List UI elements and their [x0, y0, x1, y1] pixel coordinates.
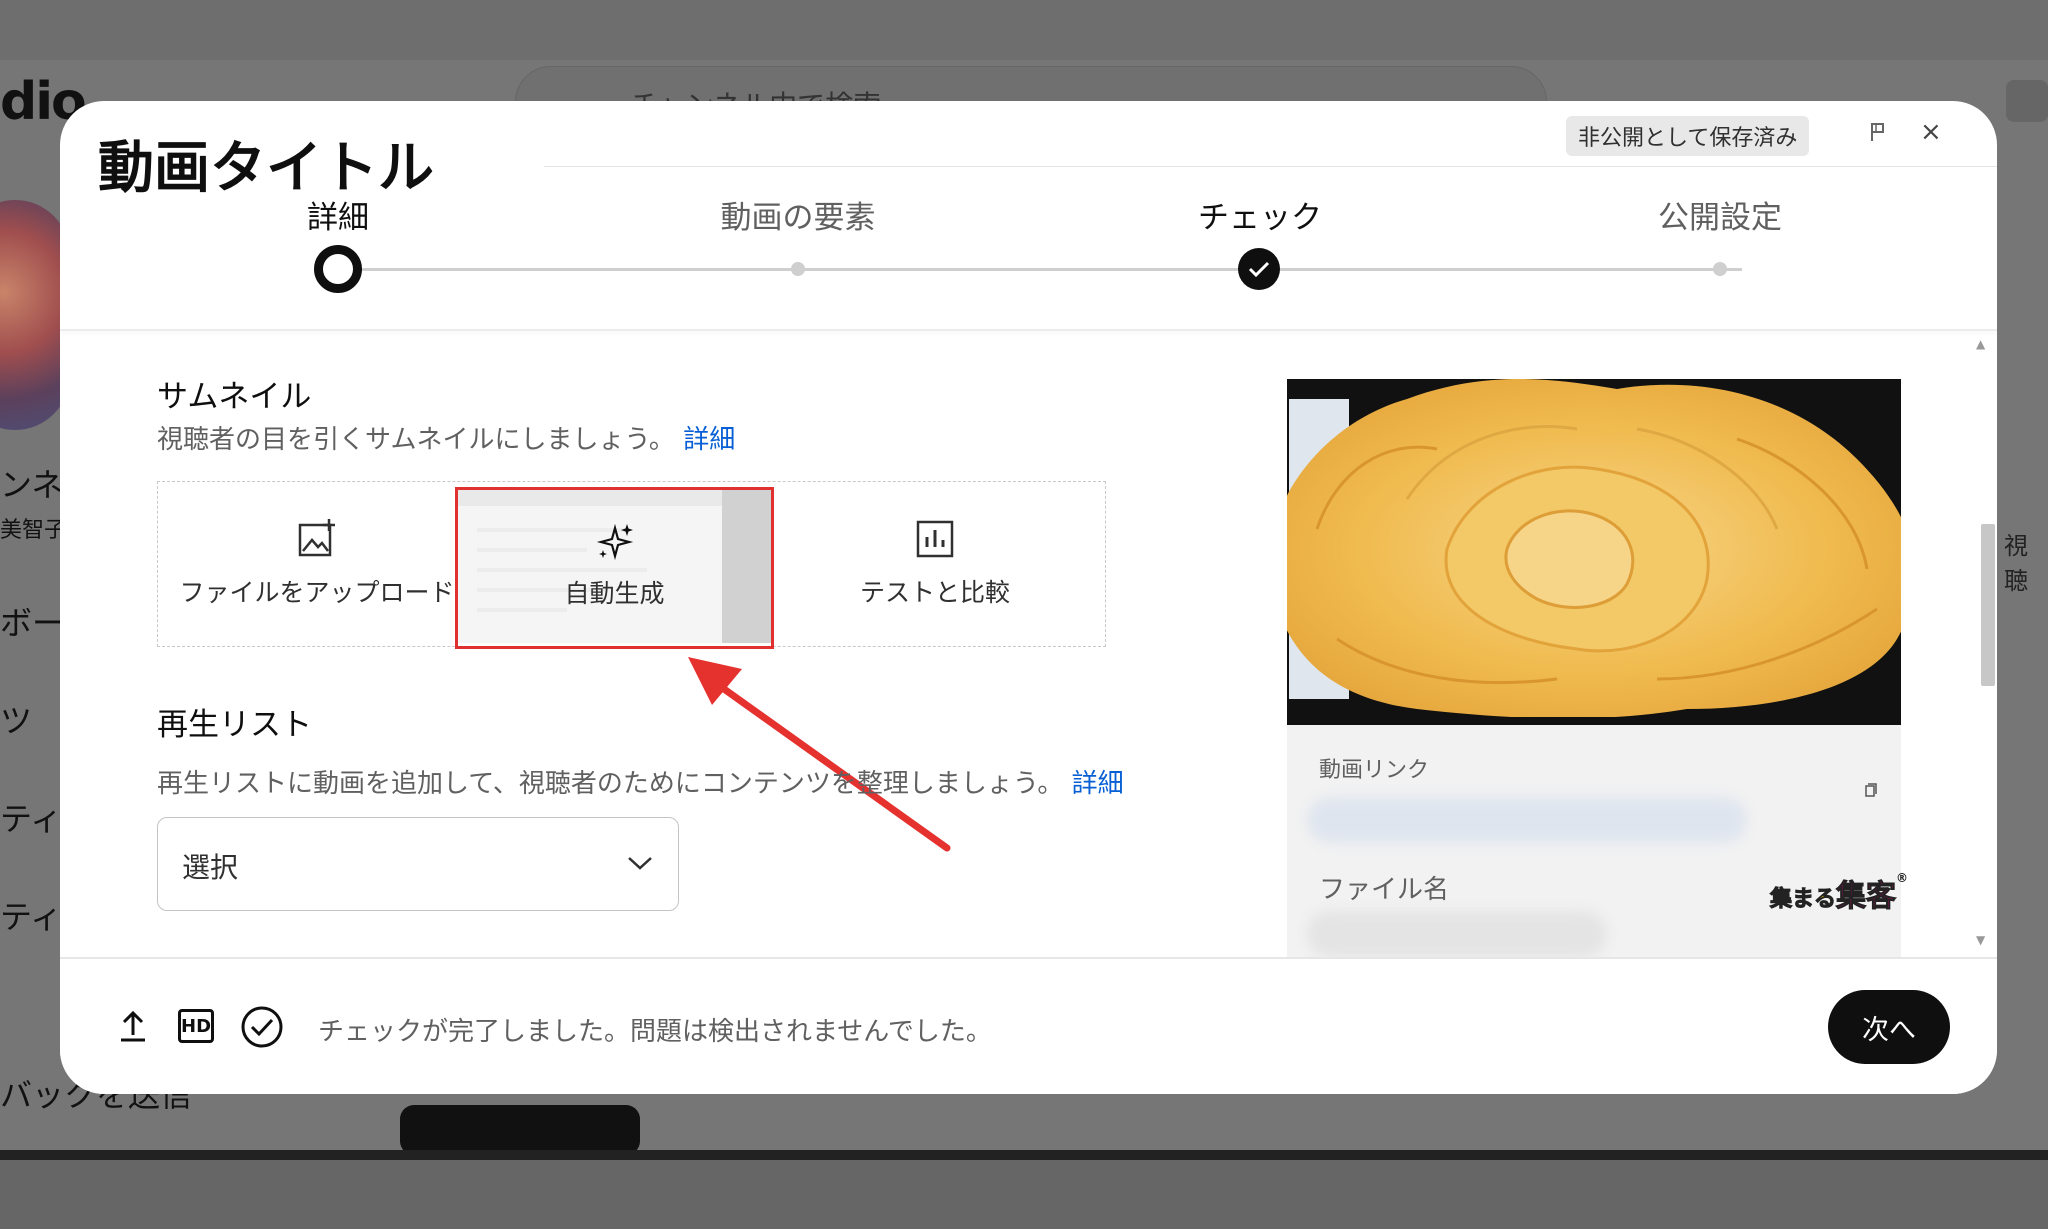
scroll-down-arrow-icon[interactable]: ▼ [1976, 933, 1985, 947]
video-link-label: 動画リンク [1319, 758, 1430, 783]
checks-status-text: チェックが完了しました。問題は検出されませんでした。 [318, 1017, 992, 1047]
upload-thumbnail-label: ファイルをアップロード [179, 578, 455, 607]
bar-chart-icon [916, 520, 954, 558]
playlist-description-text: 再生リストに動画を追加して、視聴者のためにコンテンツを整理しましょう。 [157, 769, 1064, 799]
brand-registered-mark: ® [1896, 871, 1909, 885]
saved-status-badge: 非公開として保存済み [1566, 116, 1810, 156]
brand-text-small: 集まる [1769, 887, 1837, 913]
header-divider [544, 166, 1997, 167]
file-name-label: ファイル名 [1319, 875, 1450, 905]
thumbnail-heading: サムネイル [157, 379, 312, 415]
test-and-compare-button[interactable]: テストと比較 [780, 481, 1090, 645]
sidebar-fragment: ティ [0, 898, 63, 936]
sidebar-fragment: ツ [0, 702, 33, 740]
thumbnail-learn-more-link[interactable]: 詳細 [683, 425, 735, 455]
background-column-fragment: 視聴 [2004, 532, 2028, 595]
feedback-flag-icon[interactable] [1870, 121, 1886, 143]
test-and-compare-label: テストと比較 [859, 578, 1010, 607]
rose-illustration [1287, 379, 1901, 725]
background-video-thumb [400, 1105, 640, 1155]
copy-icon[interactable] [1865, 783, 1877, 797]
upload-dialog: 動画タイトル 非公開として保存済み × 詳細 動画の要素 チェック 公開設定 サ… [60, 101, 1997, 1094]
playlist-heading: 再生リスト [157, 707, 312, 743]
upload-thumbnail-button[interactable]: ファイルをアップロード [172, 481, 462, 645]
video-preview-player[interactable] [1287, 379, 1901, 725]
chevron-down-icon [628, 857, 652, 870]
hd-icon: HD [178, 1009, 214, 1043]
step-checks[interactable]: チェック [1198, 192, 1322, 237]
background-topbar [0, 0, 2048, 60]
video-link-value-blurred[interactable] [1307, 797, 1747, 843]
close-icon[interactable]: × [1920, 117, 1942, 147]
scrollbar-thumb[interactable] [1981, 524, 1995, 686]
step-pending-dot [791, 262, 805, 276]
create-icon [2006, 80, 2048, 122]
next-button[interactable]: 次へ [1828, 990, 1950, 1064]
step-current-marker [314, 245, 362, 293]
stepper-track [356, 268, 1742, 271]
sidebar-fragment: 美智子 [0, 518, 67, 543]
background-bottom [0, 1160, 2048, 1229]
step-details[interactable]: 詳細 [307, 192, 369, 237]
step-pending-dot [1713, 262, 1727, 276]
file-name-value-blurred [1307, 911, 1607, 957]
playlist-select-value: 選択 [182, 851, 239, 884]
brand-text-big: 集客 [1836, 879, 1897, 915]
thumbnail-description: 視聴者の目を引くサムネイルにしましょう。 詳細 [157, 419, 735, 456]
dialog-title: 動画タイトル [98, 136, 434, 201]
thumbnail-description-text: 視聴者の目を引くサムネイルにしましょう。 [157, 425, 675, 455]
stepper-divider [60, 329, 1997, 331]
upload-icon [121, 1010, 145, 1042]
step-video-elements[interactable]: 動画の要素 [721, 192, 876, 237]
brand-watermark-logo: 集まる集客® [1769, 871, 1909, 915]
step-done-check-icon [1238, 248, 1280, 290]
check-circle-icon [241, 1006, 283, 1048]
step-visibility[interactable]: 公開設定 [1658, 192, 1782, 237]
add-photo-icon [298, 519, 335, 557]
playlist-select[interactable]: 選択 [157, 817, 679, 911]
playlist-description: 再生リストに動画を追加して、視聴者のためにコンテンツを整理しましょう。 詳細 [157, 763, 1124, 800]
sidebar-fragment: ボー [0, 604, 65, 642]
highlight-box [455, 487, 774, 649]
playlist-learn-more-link[interactable]: 詳細 [1072, 769, 1124, 799]
dialog-footer: HD チェックが完了しました。問題は検出されませんでした。 次へ [60, 957, 1997, 1094]
scroll-up-arrow-icon[interactable]: ▲ [1976, 337, 1985, 351]
